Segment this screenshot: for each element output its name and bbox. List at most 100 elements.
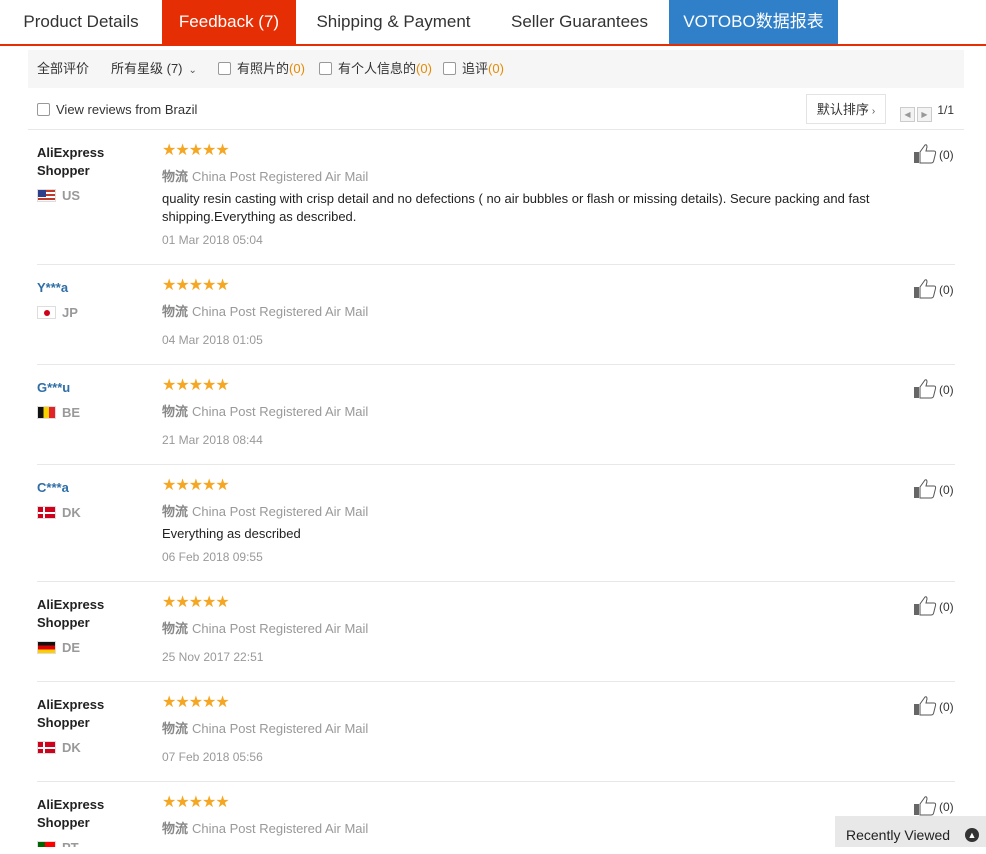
star-rating: ★★★★★: [162, 377, 230, 394]
tab-seller-guarantees[interactable]: Seller Guarantees: [491, 0, 668, 44]
chevron-up-icon: ▲: [965, 828, 979, 842]
tab-product-details[interactable]: Product Details: [0, 0, 162, 44]
dk-flag-icon: [37, 741, 56, 754]
like-button[interactable]: (0): [913, 479, 954, 499]
review-date: 21 Mar 2018 08:44: [162, 433, 263, 447]
tab-votobo-report[interactable]: VOTOBO数据报表: [669, 0, 838, 44]
thumbs-up-icon: [914, 796, 937, 816]
logistics-method: China Post Registered Air Mail: [192, 821, 369, 836]
jp-flag-icon: [37, 306, 56, 319]
de-flag-icon: [37, 641, 56, 654]
thumbs-up-icon: [914, 144, 937, 164]
review-item: AliExpress Shopper PT ★★★★★ 物流China Post…: [37, 782, 955, 847]
checkbox[interactable]: [443, 62, 456, 75]
filter-with-personal-info[interactable]: 有个人信息的(0): [319, 50, 432, 88]
logistics-method: China Post Registered Air Mail: [192, 504, 369, 519]
like-button[interactable]: (0): [913, 144, 954, 164]
country-code: DE: [62, 640, 81, 655]
review-item: AliExpress Shopper DK ★★★★★ 物流 China Post…: [37, 682, 955, 782]
review-date: 07 Feb 2018 05:56: [162, 750, 263, 764]
brazil-reviews-label: View reviews from Brazil: [56, 102, 198, 117]
checkbox[interactable]: [319, 62, 332, 75]
like-count: (0): [939, 483, 954, 497]
country-code: BE: [62, 405, 81, 420]
recently-viewed-label: Recently Viewed: [846, 827, 951, 843]
logistics-label: 物流: [162, 621, 189, 636]
logistics-info: 物流 China Post Registered Air Mail: [162, 618, 368, 637]
country-code: DK: [62, 740, 81, 755]
next-page-icon[interactable]: ▶: [917, 107, 932, 122]
reviewer-country: DK: [37, 505, 81, 520]
thumbs-up-icon: [914, 479, 937, 499]
like-button[interactable]: (0): [913, 696, 954, 716]
sort-label: 默认排序: [816, 102, 869, 117]
thumbs-up-icon: [914, 596, 937, 616]
logistics-label: 物流: [162, 169, 189, 184]
be-flag-icon: [37, 406, 56, 419]
like-count: (0): [939, 600, 954, 614]
star-rating: ★★★★★: [162, 594, 230, 611]
review-date: 01 Mar 2018 05:04: [162, 233, 263, 247]
logistics-info: 物流 China Post Registered Air Mail: [162, 818, 368, 837]
chevron-down-icon: ›: [871, 106, 876, 117]
filter-with-photos-label: 有照片的: [237, 61, 290, 76]
review-date: 25 Nov 2017 22:51: [162, 650, 264, 664]
country-code: JP: [62, 305, 78, 320]
review-item: G***u BE ★★★★★ 物流 China Post Registered A…: [37, 365, 955, 465]
like-button[interactable]: (0): [913, 279, 954, 299]
sort-dropdown[interactable]: 默认排序 ›: [806, 94, 886, 124]
page-indicator: 1/1: [937, 103, 955, 117]
review-date: 06 Feb 2018 09:55: [162, 550, 263, 564]
tab-shipping-payment[interactable]: Shipping & Payment: [296, 0, 491, 44]
like-button[interactable]: (0): [913, 596, 954, 616]
star-filter-dropdown[interactable]: 所有星级 (7) ⌄: [111, 50, 197, 88]
review-item: C***a DK ★★★★★ 物流 China Post Registered A…: [37, 465, 955, 582]
filter-count: (0): [488, 61, 504, 76]
filter-additional[interactable]: 追评(0): [443, 50, 504, 88]
pt-flag-icon: [37, 841, 56, 847]
logistics-label: 物流: [162, 721, 189, 736]
logistics-info: 物流 China Post Registered Air Mail: [162, 301, 368, 320]
like-button[interactable]: (0): [913, 796, 954, 816]
country-code: DK: [62, 505, 81, 520]
review-item: Y***a JP ★★★★★ 物流 China Post Registered A…: [37, 265, 955, 365]
review-text: Everything as described: [162, 526, 301, 541]
brazil-reviews-toggle[interactable]: View reviews from Brazil: [37, 92, 197, 128]
like-count: (0): [939, 283, 954, 297]
like-button[interactable]: (0): [913, 379, 954, 399]
logistics-method: China Post Registered Air Mail: [192, 404, 369, 419]
logistics-method: China Post Registered Air Mail: [192, 621, 369, 636]
filter-all-reviews[interactable]: 全部评价: [37, 50, 89, 88]
reviewer-name: AliExpress Shopper: [37, 145, 105, 178]
filter-count: (0): [289, 61, 305, 76]
logistics-method: China Post Registered Air Mail: [192, 169, 369, 184]
logistics-method: China Post Registered Air Mail: [192, 304, 369, 319]
filter-with-photos[interactable]: 有照片的(0): [218, 50, 305, 88]
prev-page-icon[interactable]: ◀: [900, 107, 915, 122]
reviewer-name: AliExpress Shopper: [37, 597, 105, 630]
reviewer-country: JP: [37, 305, 78, 320]
star-rating: ★★★★★: [162, 277, 230, 294]
checkbox[interactable]: [37, 103, 50, 116]
review-text: quality resin casting with crisp detail …: [162, 191, 870, 224]
thumbs-up-icon: [914, 379, 937, 399]
recently-viewed-button[interactable]: Recently Viewed ▲: [835, 816, 986, 847]
star-rating: ★★★★★: [162, 794, 230, 811]
review-date: 04 Mar 2018 01:05: [162, 333, 263, 347]
country-code: PT: [62, 840, 79, 847]
country-code: US: [62, 188, 81, 203]
reviewer-country: PT: [37, 840, 79, 847]
logistics-label: 物流: [162, 504, 189, 519]
logistics-label: 物流: [162, 821, 189, 836]
like-count: (0): [939, 383, 954, 397]
filter-bar: 全部评价 所有星级 (7) ⌄ 有照片的(0) 有个人信息的(0) 追评(0): [28, 50, 964, 88]
reviewer-country: DE: [37, 640, 80, 655]
tab-feedback[interactable]: Feedback (7): [162, 0, 296, 44]
reviewer-name: AliExpress Shopper: [37, 697, 105, 730]
checkbox[interactable]: [218, 62, 231, 75]
star-rating: ★★★★★: [162, 142, 230, 159]
review-item: AliExpress Shopper DE ★★★★★ 物流 China Post…: [37, 582, 955, 682]
star-rating: ★★★★★: [162, 477, 230, 494]
dk-flag-icon: [37, 506, 56, 519]
review-options-bar: View reviews from Brazil 默认排序 › ◀ ▶ 1/1: [28, 92, 964, 128]
